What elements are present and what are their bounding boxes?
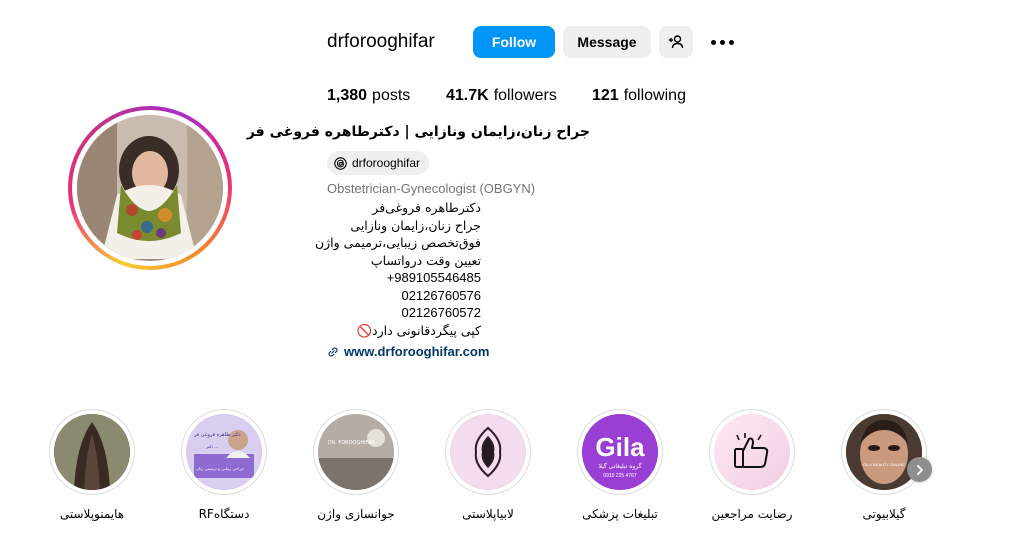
highlight-cover: Gila گروه تبلیغاتی گیلا 0910 225 4767	[582, 414, 658, 490]
highlight-ring	[49, 409, 135, 495]
highlight-ring	[445, 409, 531, 495]
bio-line: فوق‌تخصص زیبایی،ترمیمی واژن	[314, 235, 481, 250]
posts-label: posts	[372, 87, 411, 104]
highlight-label: رضایت مراجعین	[711, 507, 793, 521]
highlight-ring	[709, 409, 795, 495]
highlight-item[interactable]: رضایت مراجعین	[702, 409, 802, 521]
story-highlights: هایمنوپلاستی دکتر طاهره فروغی فر دکتر ..…	[0, 409, 1009, 539]
more-options-button[interactable]	[708, 30, 736, 54]
highlight-ring: دکتر طاهره فروغی فر دکتر ... جراحی زیبای…	[181, 409, 267, 495]
avatar-illustration	[77, 115, 221, 259]
highlight-cover	[54, 414, 130, 490]
highlight-item[interactable]: DR. FOROOGHIFAR جوانسازی واژن	[306, 409, 406, 521]
rf-title-text: دکتر طاهره فروغی فر	[193, 432, 241, 438]
profile-category: Obstetrician-Gynecologist (OBGYN)	[327, 181, 536, 196]
bio-line: کپی پیگردقانونی دارد🚫	[356, 322, 481, 338]
thumbs-up-icon	[734, 433, 769, 468]
more-icon-dot	[719, 39, 725, 45]
bio-line: دکترطاهره فروغی‌فر	[372, 200, 481, 215]
gila-sub-text: گروه تبلیغاتی گیلا	[599, 462, 642, 470]
highlight-cover-image	[54, 414, 130, 490]
chevron-right-icon	[916, 464, 923, 475]
avatar	[77, 115, 223, 261]
followers-count: 41.7K	[446, 87, 489, 104]
highlight-cover: DR. FOROOGHIFAR	[318, 414, 394, 490]
profile-username: drforooghifar	[327, 31, 435, 52]
avatar-inner	[72, 110, 228, 266]
highlight-item[interactable]: Gila گروه تبلیغاتی گیلا 0910 225 4767 تب…	[570, 409, 670, 521]
highlight-item[interactable]: دکتر طاهره فروغی فر دکتر ... جراحی زیبای…	[174, 409, 274, 521]
highlight-label: گیلابیوتی	[862, 507, 906, 521]
highlight-item[interactable]: لابیاپلاستی	[438, 409, 538, 521]
more-icon	[710, 39, 716, 45]
vaginal-brand-text: DR. FOROOGHIFAR	[328, 440, 375, 446]
follow-button[interactable]: Follow	[473, 26, 555, 58]
highlight-cover	[450, 414, 526, 490]
following-stat[interactable]: 121 following	[592, 87, 686, 105]
highlight-label: دستگاهRF	[198, 507, 250, 521]
highlight-label: لابیاپلاستی	[462, 507, 514, 521]
highlight-cover-image: Gila گروه تبلیغاتی گیلا 0910 225 4767	[582, 414, 658, 490]
link-icon	[328, 346, 338, 357]
following-label: following	[623, 87, 686, 104]
highlight-label: جوانسازی واژن	[317, 507, 395, 521]
bio-phone: +989105546485	[386, 270, 481, 285]
highlight-cover-image: دکتر طاهره فروغی فر دکتر ... جراحی زیبای…	[186, 414, 262, 490]
website-link[interactable]: www.drforooghifar.com	[327, 344, 489, 359]
threads-badge[interactable]: drforooghifar	[327, 151, 430, 175]
highlight-label: تبلیغات پزشکی	[582, 507, 658, 521]
bio-phone: 02126760576	[401, 287, 481, 303]
message-button[interactable]: Message	[563, 26, 651, 58]
profile-avatar-ring[interactable]	[68, 106, 232, 270]
followers-stat[interactable]: 41.7K followers	[446, 87, 557, 105]
gila-logo-text: Gila	[595, 432, 645, 462]
rf-badge-text: دکتر ...	[205, 444, 218, 449]
posts-stat: 1,380 posts	[327, 87, 410, 105]
threads-icon	[334, 156, 347, 170]
suggest-users-button[interactable]	[659, 26, 693, 58]
rf-sub-text: جراحی زیبایی و ترمیمی زنان	[196, 466, 245, 471]
highlight-ring: DR. FOROOGHIFAR	[313, 409, 399, 495]
highlight-ring: GILA BEAUTY ONLINE	[841, 409, 927, 495]
highlight-item[interactable]: هایمنوپلاستی	[42, 409, 142, 521]
more-icon-dot	[728, 39, 734, 45]
highlights-next-button[interactable]	[907, 457, 932, 482]
highlight-cover: دکتر طاهره فروغی فر دکتر ... جراحی زیبای…	[186, 414, 262, 490]
following-count: 121	[592, 87, 619, 104]
gila-phone-text: 0910 225 4767	[603, 473, 637, 479]
beauty-brand-text: GILA BEAUTY ONLINE	[863, 462, 905, 467]
bio-phone: 02126760572	[401, 305, 481, 320]
threads-handle: drforooghifar	[352, 156, 421, 170]
highlight-ring: Gila گروه تبلیغاتی گیلا 0910 225 4767	[577, 409, 663, 495]
posts-count: 1,380	[327, 87, 368, 104]
profile-bio: دکترطاهره فروغی‌فر جراح زنان،زایمان وناز…	[315, 199, 481, 339]
highlight-cover-image: DR. FOROOGHIFAR	[318, 414, 394, 490]
add-user-icon	[669, 35, 684, 49]
website-url: www.drforooghifar.com	[344, 344, 490, 359]
highlight-cover	[714, 414, 790, 490]
highlight-label: هایمنوپلاستی	[59, 507, 125, 521]
profile-full-name: جراح زنان،زایمان ونازایی | دکترطاهره فرو…	[246, 124, 590, 140]
highlight-cover-image	[450, 414, 526, 490]
bio-line: جراح زنان،زایمان ونازایی	[350, 217, 481, 233]
bio-line: تعیین وقت درواتساپ	[370, 252, 481, 268]
followers-label: followers	[493, 87, 557, 104]
